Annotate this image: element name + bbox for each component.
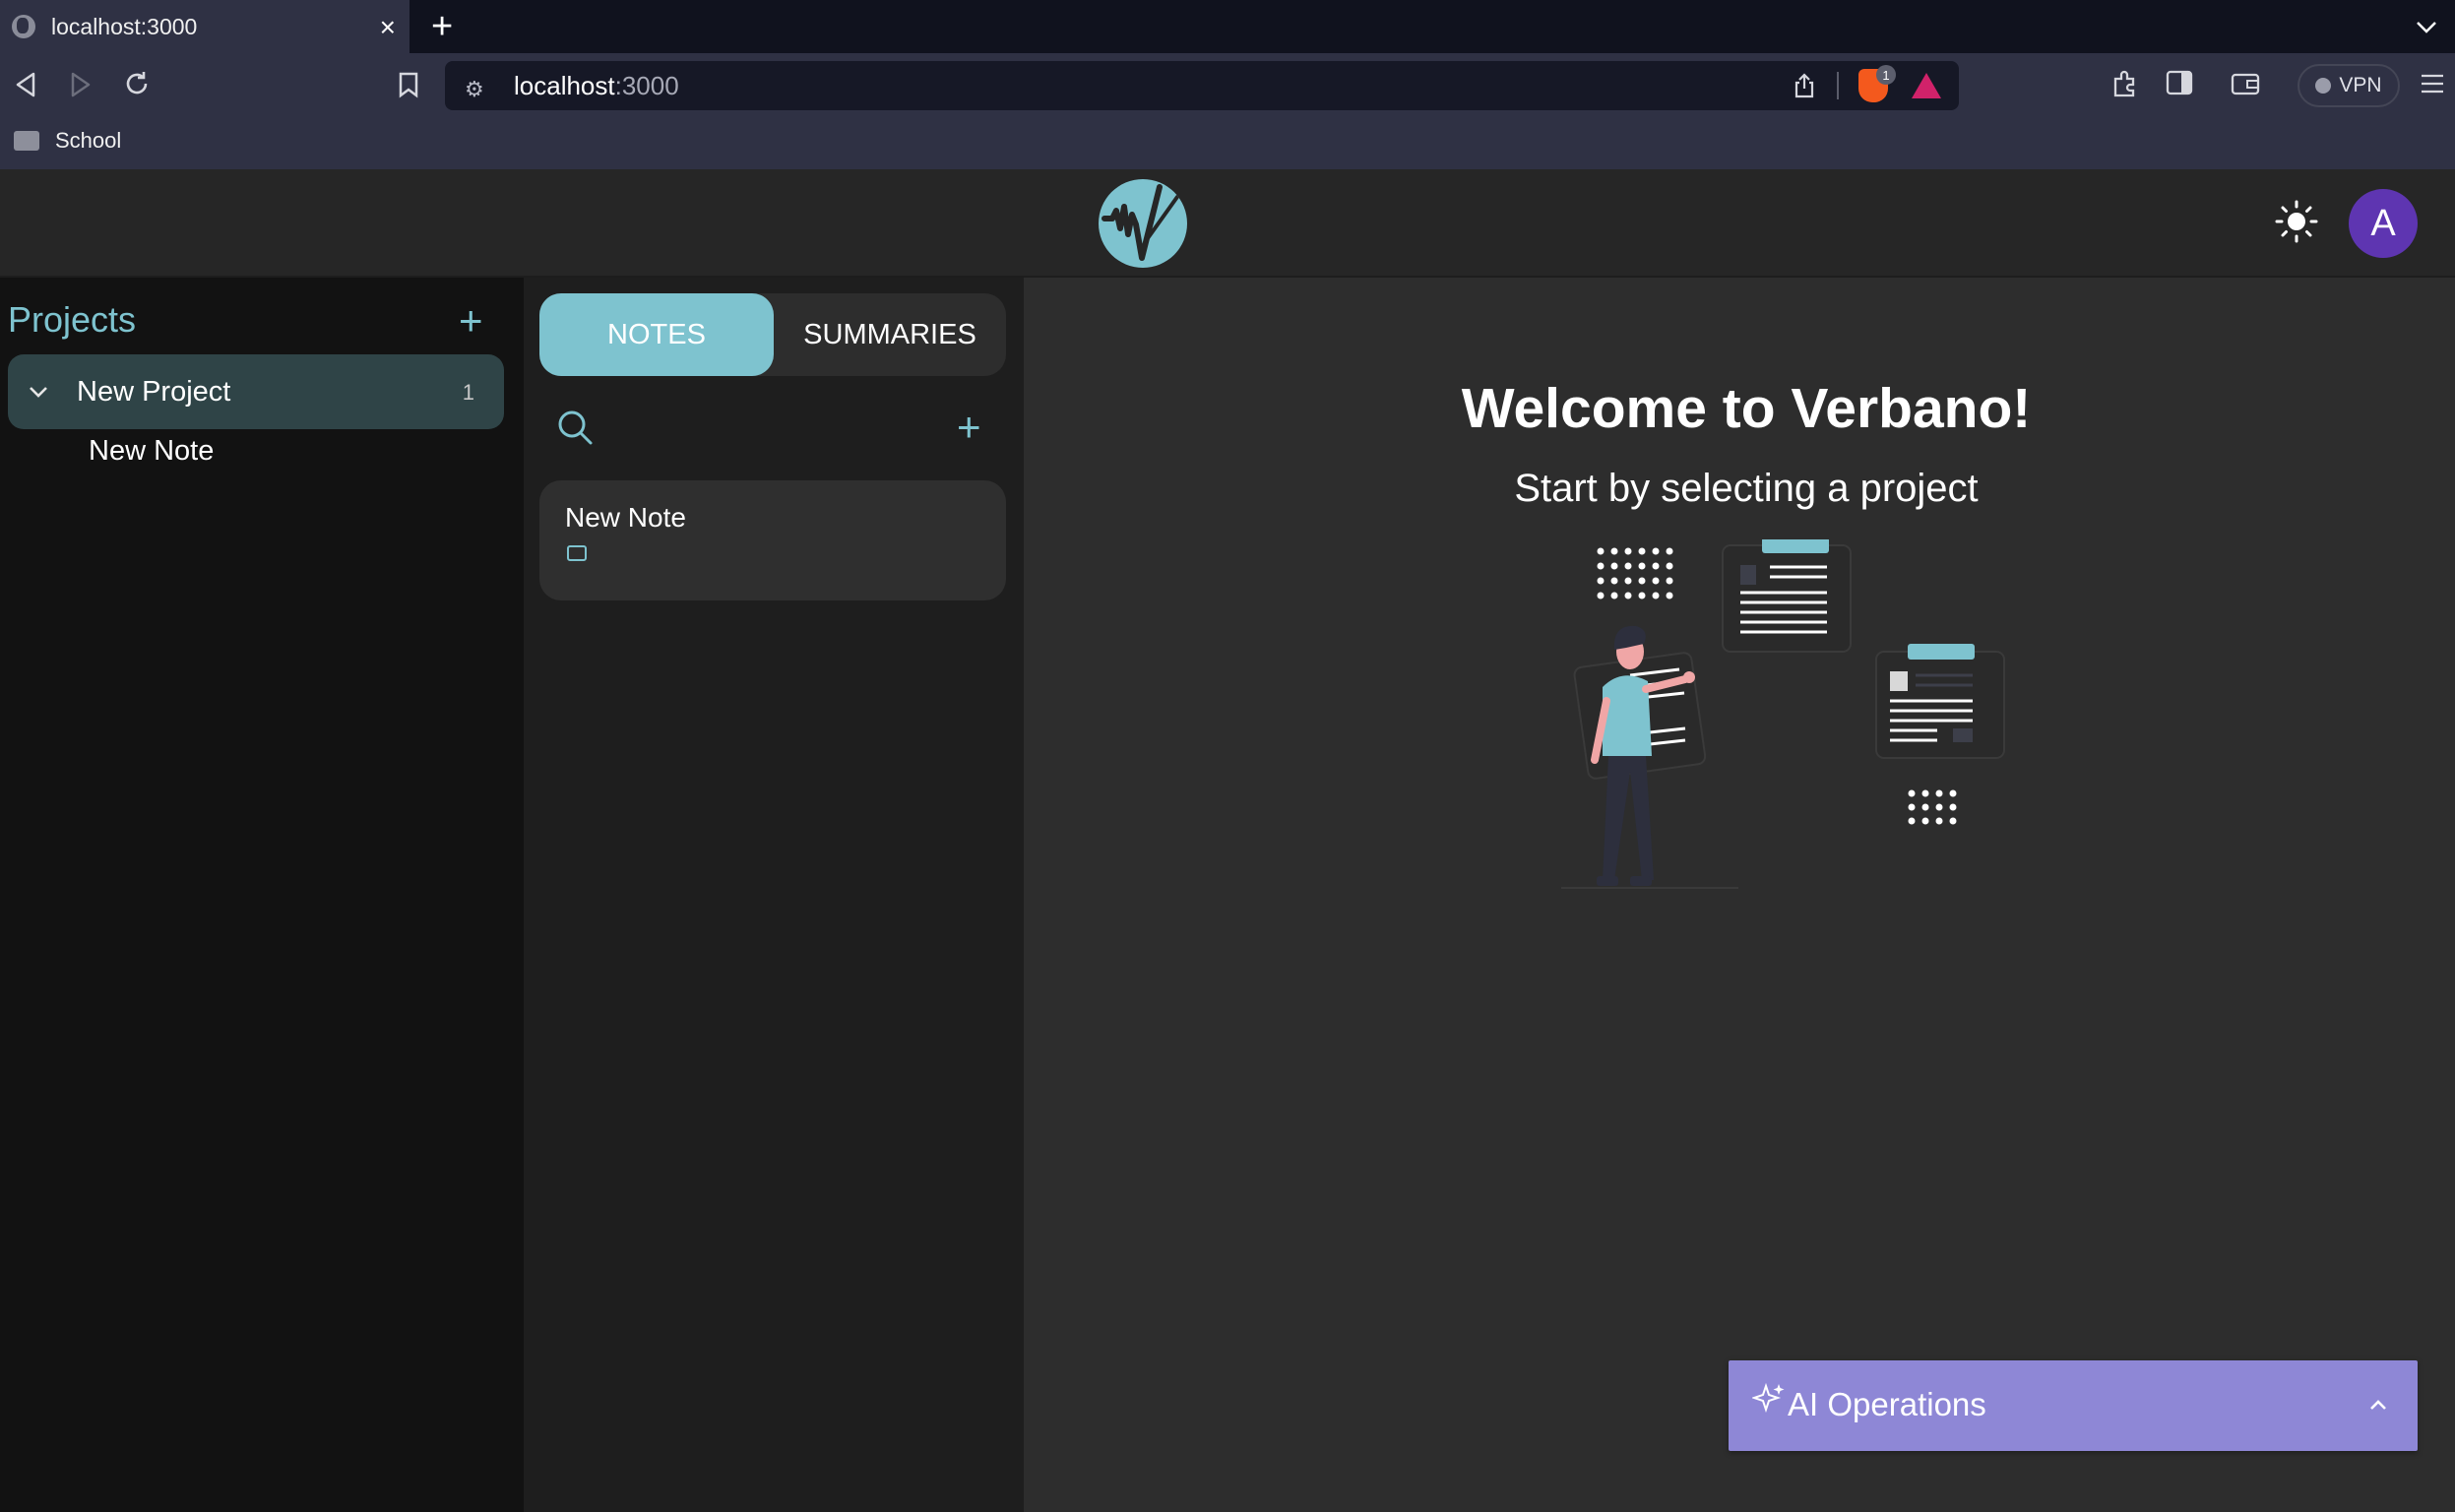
shields-count-badge: 1 — [1876, 65, 1896, 85]
vpn-label: VPN — [2339, 74, 2382, 96]
sidebar-toggle-icon[interactable] — [2166, 70, 2193, 95]
project-note-count: 1 — [462, 380, 474, 405]
new-tab-button[interactable]: + — [431, 6, 453, 48]
close-tab-icon[interactable]: × — [380, 12, 396, 43]
chevron-up-icon[interactable] — [2368, 1398, 2388, 1412]
forward-icon[interactable] — [69, 71, 93, 98]
bookmark-icon[interactable] — [398, 71, 419, 98]
bookmark-label: School — [55, 128, 122, 153]
welcome-illustration — [1561, 539, 2005, 889]
main-content: Welcome to Verbano! Start by selecting a… — [1024, 278, 2455, 1512]
tab-title: localhost:3000 — [51, 13, 198, 39]
folder-icon — [14, 131, 39, 151]
browser-tab[interactable]: localhost:3000 × — [0, 0, 409, 53]
ai-operations-panel[interactable]: AI Operations — [1729, 1360, 2418, 1451]
app-header: A — [0, 169, 2455, 278]
welcome-subtitle: Start by selecting a project — [1514, 467, 1979, 510]
share-icon[interactable] — [1794, 73, 1815, 98]
projects-title: Projects — [8, 299, 137, 340]
user-avatar[interactable]: A — [2349, 189, 2418, 258]
address-bar-divider — [1837, 72, 1839, 99]
project-name: New Project — [77, 376, 231, 408]
notes-panel: NOTES SUMMARIES + New Note — [524, 278, 1024, 1512]
sparkle-icon — [1752, 1382, 1785, 1414]
vpn-button[interactable]: VPN — [2298, 64, 2400, 107]
browser-tab-strip: localhost:3000 × + — [0, 0, 2455, 53]
wallet-icon[interactable] — [2231, 71, 2260, 96]
note-title: New Note — [565, 502, 686, 533]
ai-operations-label: AI Operations — [1788, 1386, 1986, 1422]
extensions-icon[interactable] — [2110, 69, 2140, 98]
add-project-button[interactable]: + — [459, 297, 483, 345]
brave-rewards-icon[interactable] — [1912, 73, 1941, 98]
chevron-down-icon[interactable] — [28, 386, 49, 400]
theme-toggle-sun-icon[interactable] — [2274, 199, 2319, 244]
search-icon[interactable] — [555, 408, 595, 447]
notes-tabs: NOTES SUMMARIES — [539, 293, 1006, 376]
projects-sidebar: Projects + New Project 1 New Note — [0, 278, 524, 1512]
tab-notes[interactable]: NOTES — [539, 293, 774, 376]
url-host: localhost — [514, 70, 615, 100]
welcome-heading: Welcome to Verbano! — [1461, 377, 2032, 440]
tab-list-chevron-icon[interactable] — [2416, 20, 2437, 35]
reload-icon[interactable] — [122, 69, 152, 98]
verbano-logo[interactable] — [1099, 179, 1187, 268]
browser-toolbar: ⚙ localhost :3000 1 VPN School — [0, 53, 2455, 169]
tab-summaries[interactable]: SUMMARIES — [774, 293, 1006, 376]
sidebar-note-item[interactable]: New Note — [89, 435, 214, 468]
address-bar[interactable]: ⚙ localhost :3000 1 — [445, 61, 1959, 110]
globe-icon — [12, 15, 35, 38]
app-root: localhost:3000 × + ⚙ localhost :3000 1 V… — [0, 0, 2455, 1512]
url-port: :3000 — [614, 70, 679, 100]
logo-waveform-icon — [1102, 184, 1179, 261]
add-note-button[interactable]: + — [957, 404, 981, 451]
bookmark-folder-school[interactable]: School — [14, 128, 121, 154]
subtitles-icon — [567, 545, 587, 561]
note-card[interactable]: New Note — [539, 480, 1006, 600]
vpn-status-icon — [2315, 78, 2332, 94]
site-settings-icon[interactable]: ⚙ — [465, 77, 488, 101]
project-item[interactable]: New Project 1 — [8, 354, 504, 429]
menu-icon[interactable] — [2420, 73, 2445, 94]
back-icon[interactable] — [14, 71, 37, 98]
